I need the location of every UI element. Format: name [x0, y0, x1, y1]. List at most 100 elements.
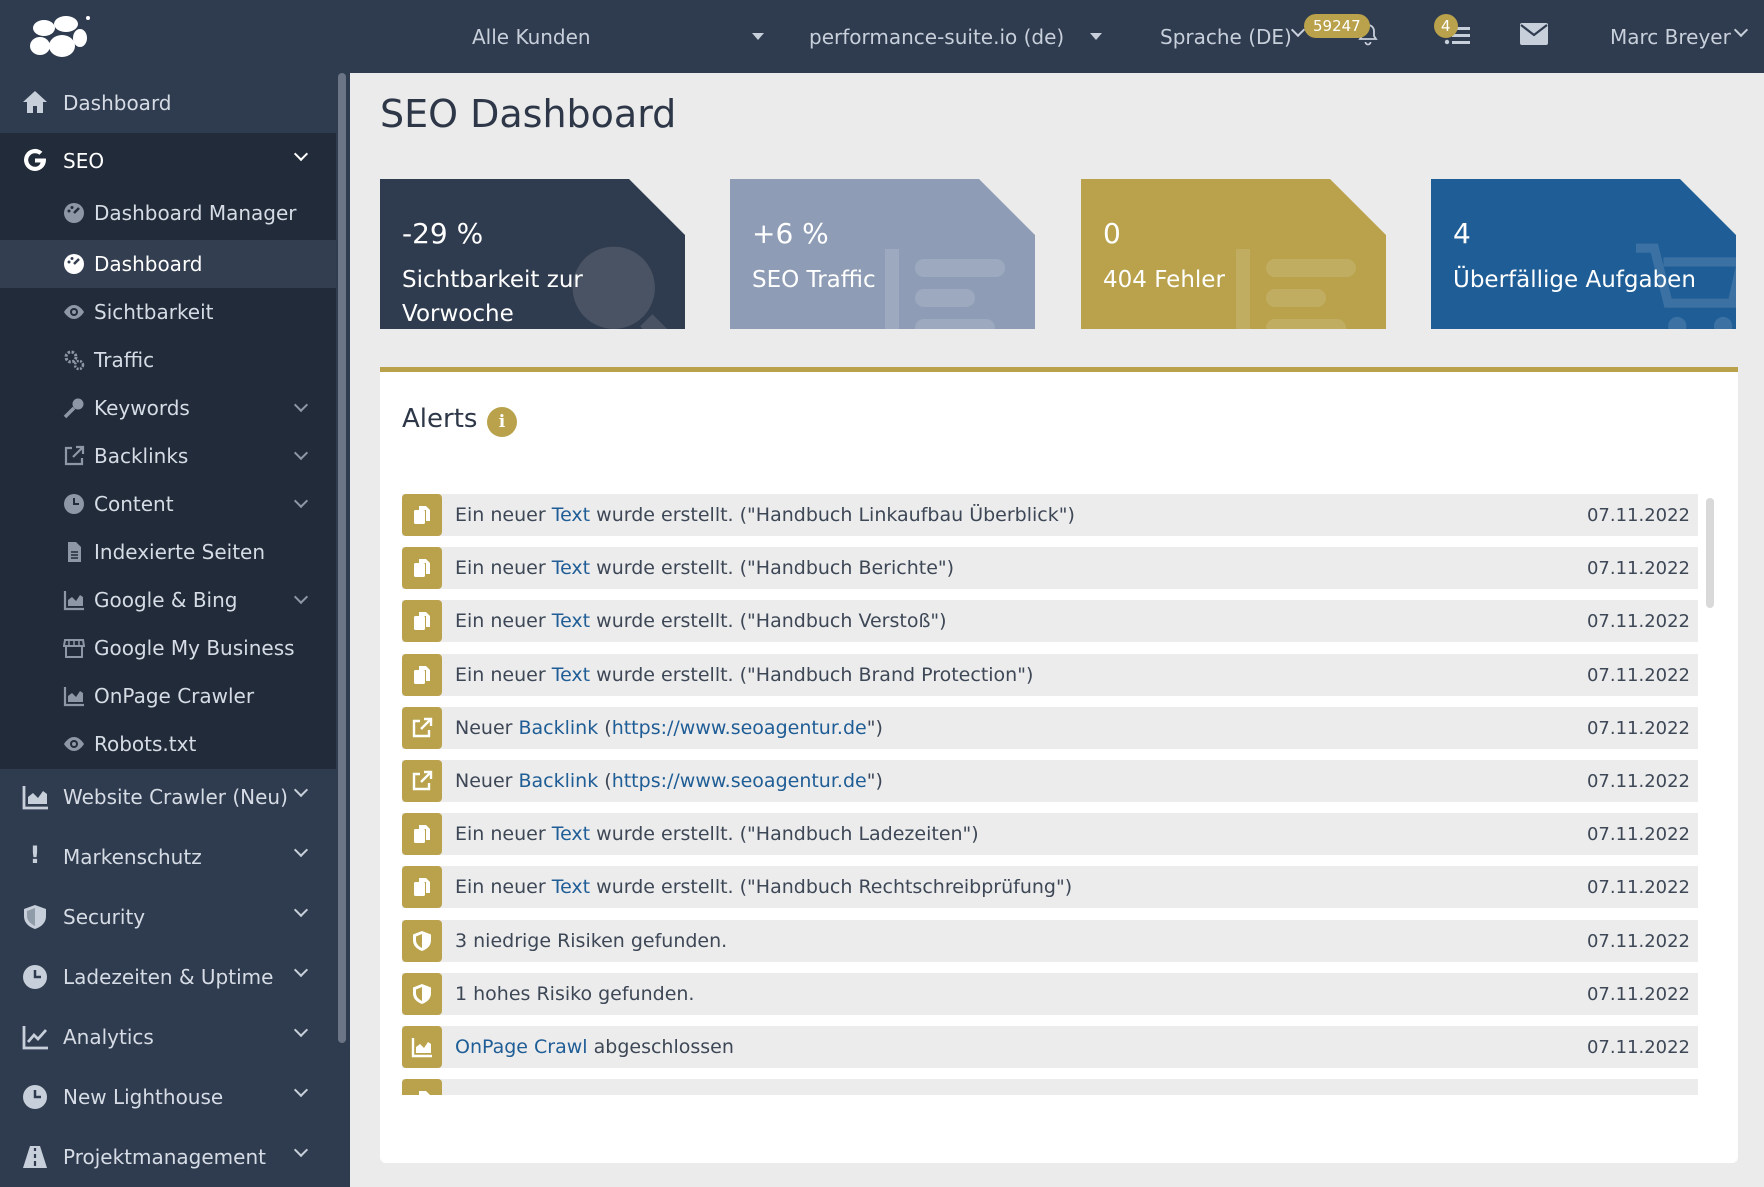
chevron-down-icon — [293, 962, 309, 978]
kpi-card-404-fehler[interactable]: 0 404 Fehler — [1081, 179, 1386, 329]
sidebar-subitem-label: OnPage Crawler — [94, 684, 255, 708]
chevron-down-icon — [293, 589, 309, 605]
sidebar-subitem-label: Google My Business — [94, 636, 295, 660]
sidebar-item-ladezeiten[interactable]: Ladezeiten & Uptime — [0, 949, 336, 1005]
alert-link[interactable]: Text — [552, 610, 590, 632]
sidebar-item-label: Dashboard — [63, 91, 172, 115]
sidebar-item-analytics[interactable]: Analytics — [0, 1009, 336, 1065]
info-icon[interactable]: i — [487, 407, 517, 437]
tasks-button[interactable]: 4 — [1432, 14, 1478, 60]
kpi-value: -29 % — [402, 217, 484, 250]
alert-row[interactable]: Ein neuer Text wurde erstellt. ("Handbuc… — [402, 600, 1698, 642]
alert-row[interactable] — [402, 1079, 1698, 1095]
alert-text-suffix: wurde erstellt. ("Handbuch Linkaufbau Üb… — [590, 504, 1075, 526]
shield-icon — [402, 973, 442, 1015]
sidebar-item-markenschutz[interactable]: ! Markenschutz — [0, 829, 336, 885]
sidebar-subitem-traffic[interactable]: Traffic — [0, 336, 336, 384]
alert-row[interactable]: 3 niedrige Risiken gefunden. 07.11.2022 — [402, 920, 1698, 962]
sidebar-subitem-onpage-crawler[interactable]: OnPage Crawler — [0, 672, 336, 720]
alert-url-link[interactable]: https://www.seoagentur.de — [612, 717, 867, 739]
alert-link[interactable]: Backlink — [519, 770, 599, 792]
alert-link[interactable]: Text — [552, 823, 590, 845]
chevron-down-icon — [293, 1142, 309, 1158]
domain-select[interactable]: performance-suite.io (de) — [809, 0, 1104, 73]
kpi-value: +6 % — [752, 217, 829, 250]
alert-link[interactable]: Backlink — [519, 717, 599, 739]
sidebar-subitem-label: Keywords — [94, 396, 190, 420]
sidebar-item-dashboard[interactable]: Dashboard — [0, 73, 336, 133]
copy-icon — [402, 1079, 442, 1095]
top-bar: Alle Kunden performance-suite.io (de) Sp… — [0, 0, 1764, 73]
logo-icon[interactable] — [26, 14, 92, 62]
external-link-icon — [402, 760, 442, 802]
sidebar-subitem-backlinks[interactable]: Backlinks — [0, 432, 336, 480]
kpi-card-seo-traffic[interactable]: +6 % SEO Traffic — [730, 179, 1035, 329]
alert-text-end: ") — [866, 770, 883, 792]
user-menu[interactable]: Marc Breyer — [1610, 0, 1760, 73]
alert-text-suffix: wurde erstellt. ("Handbuch Verstoß") — [590, 610, 947, 632]
sidebar-item-projektmanagement[interactable]: Projektmanagement — [0, 1129, 336, 1185]
sidebar-subitem-sichtbarkeit[interactable]: Sichtbarkeit — [0, 288, 336, 336]
notifications-button[interactable]: 59247 — [1300, 14, 1386, 60]
sidebar-subitem-google-bing[interactable]: Google & Bing — [0, 576, 336, 624]
page-title: SEO Dashboard — [380, 92, 677, 136]
alert-link[interactable]: Text — [552, 876, 590, 898]
alert-link[interactable]: Text — [552, 664, 590, 686]
chevron-down-icon — [293, 445, 309, 461]
sidebar-subitem-google-my-business[interactable]: Google My Business — [0, 624, 336, 672]
alert-row[interactable]: Ein neuer Text wurde erstellt. ("Handbuc… — [402, 813, 1698, 855]
alert-text-suffix: ( — [598, 770, 612, 792]
chevron-down-icon — [293, 397, 309, 413]
sidebar-item-label: SEO — [63, 149, 105, 173]
kpi-label: Überfällige Aufgaben — [1453, 267, 1696, 293]
alert-text-suffix: wurde erstellt. ("Handbuch Rechtschreibp… — [590, 876, 1073, 898]
sidebar-item-new-lighthouse[interactable]: New Lighthouse — [0, 1069, 336, 1125]
sidebar-item-security[interactable]: Security — [0, 889, 336, 945]
sidebar-item-seo[interactable]: SEO — [0, 133, 336, 189]
customer-select[interactable]: Alle Kunden — [472, 0, 772, 73]
sidebar-subitem-label: Traffic — [94, 348, 155, 372]
alert-row[interactable]: Ein neuer Text wurde erstellt. ("Handbuc… — [402, 866, 1698, 908]
copy-icon — [402, 547, 442, 589]
caret-down-icon — [1090, 33, 1102, 40]
alert-date: 07.11.2022 — [1586, 1036, 1690, 1058]
sidebar-item-website-crawler[interactable]: Website Crawler (Neu) — [0, 769, 336, 825]
alerts-list[interactable]: Ein neuer Text wurde erstellt. ("Handbuc… — [402, 494, 1698, 1095]
sidebar-item-label: Analytics — [63, 1025, 154, 1049]
gauge-icon — [64, 203, 84, 223]
alert-row[interactable]: Ein neuer Text wurde erstellt. ("Handbuc… — [402, 547, 1698, 589]
alert-url-link[interactable]: https://www.seoagentur.de — [612, 770, 867, 792]
alerts-scrollbar[interactable] — [1706, 498, 1714, 608]
alert-row[interactable]: Ein neuer Text wurde erstellt. ("Handbuc… — [402, 494, 1698, 536]
sidebar-subitem-content[interactable]: Content — [0, 480, 336, 528]
sidebar-subitem-indexierte-seiten[interactable]: Indexierte Seiten — [0, 528, 336, 576]
list-icon — [885, 249, 1005, 329]
alert-row[interactable]: OnPage Crawl abgeschlossen 07.11.2022 — [402, 1026, 1698, 1068]
sidebar-subitem-dashboard-manager[interactable]: Dashboard Manager — [0, 189, 336, 237]
alert-row[interactable]: Ein neuer Text wurde erstellt. ("Handbuc… — [402, 654, 1698, 696]
alert-row[interactable]: Neuer Backlink (https://www.seoagentur.d… — [402, 760, 1698, 802]
copy-icon — [402, 654, 442, 696]
sidebar-subitem-label: Backlinks — [94, 444, 189, 468]
alert-text-prefix: Ein neuer — [455, 876, 552, 898]
alert-text: Neuer Backlink (https://www.seoagentur.d… — [455, 770, 883, 792]
sidebar-scrollbar[interactable] — [338, 73, 346, 1043]
chevron-down-icon — [293, 782, 309, 798]
sidebar-subitem-robots-txt[interactable]: Robots.txt — [0, 720, 336, 768]
alert-text: Ein neuer Text wurde erstellt. ("Handbuc… — [455, 664, 1033, 686]
kpi-card-ueberfaellige-aufgaben[interactable]: 4 Überfällige Aufgaben — [1431, 179, 1736, 329]
kpi-card-sichtbarkeit[interactable]: -29 % Sichtbarkeit zur Vorwoche — [380, 179, 685, 329]
alert-link[interactable]: Text — [552, 504, 590, 526]
chevron-down-icon — [293, 902, 309, 918]
alert-date: 07.11.2022 — [1586, 876, 1690, 898]
language-select[interactable]: Sprache (DE) — [1160, 0, 1310, 73]
alert-link[interactable]: OnPage Crawl — [455, 1036, 588, 1058]
mail-icon[interactable] — [1520, 23, 1548, 45]
alert-link[interactable]: Text — [552, 557, 590, 579]
alert-row[interactable]: Neuer Backlink (https://www.seoagentur.d… — [402, 707, 1698, 749]
sidebar-item-label: Security — [63, 905, 146, 929]
sidebar-subitem-dashboard[interactable]: Dashboard — [0, 240, 336, 288]
alert-row[interactable]: 1 hohes Risiko gefunden. 07.11.2022 — [402, 973, 1698, 1015]
google-icon — [24, 148, 46, 171]
sidebar-subitem-keywords[interactable]: Keywords — [0, 384, 336, 432]
